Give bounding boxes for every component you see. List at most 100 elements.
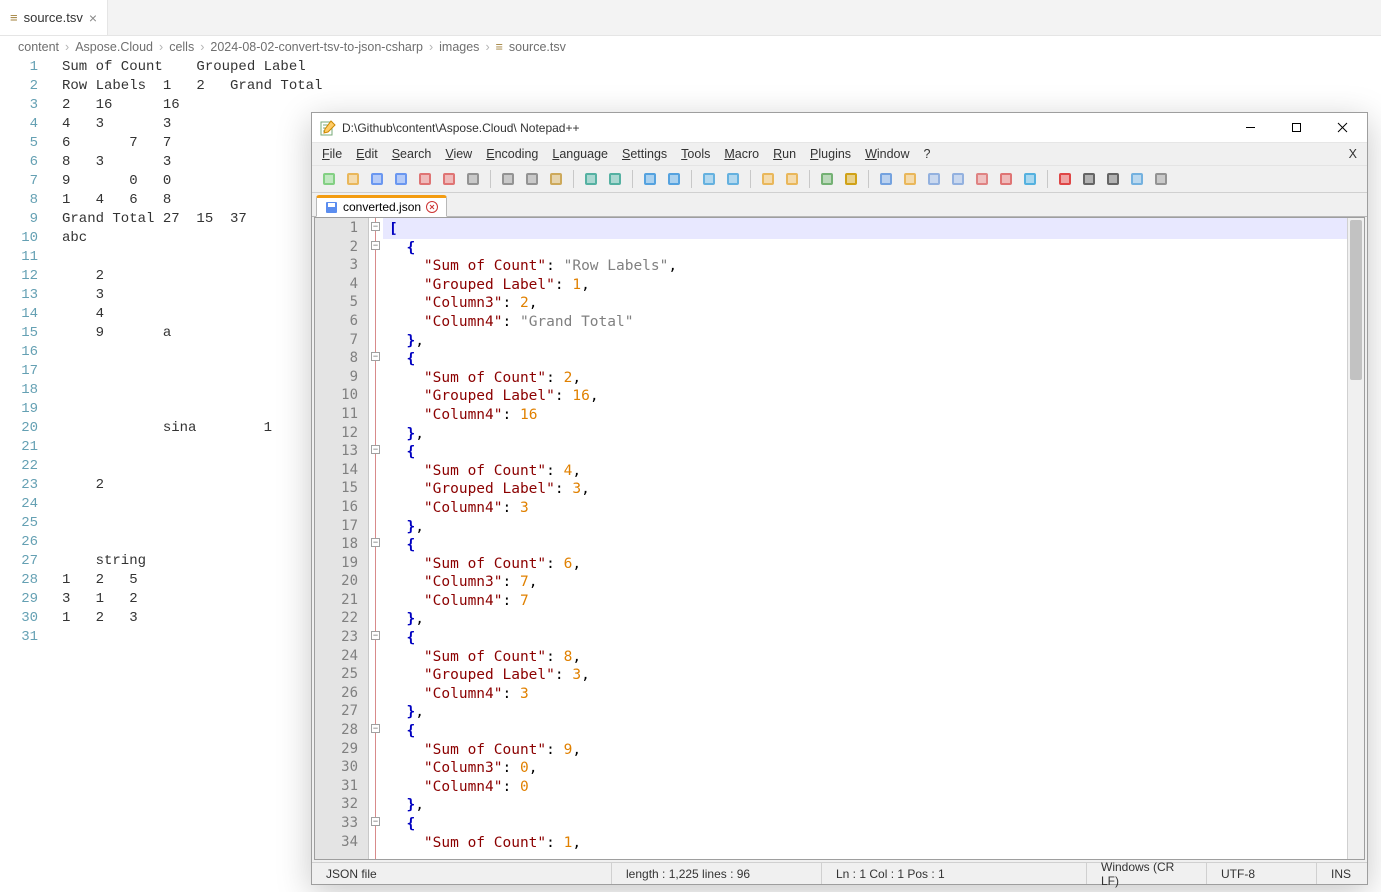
close-icon[interactable] xyxy=(414,168,436,190)
npp-editor[interactable]: 1234567891011121314151617181920212223242… xyxy=(314,217,1365,860)
notepadpp-window: D:\Github\content\Aspose.Cloud\ Notepad+… xyxy=(311,112,1368,885)
minimize-button[interactable] xyxy=(1227,113,1273,143)
stop-icon[interactable] xyxy=(1078,168,1100,190)
cut-icon[interactable] xyxy=(497,168,519,190)
file-saved-icon xyxy=(325,201,338,214)
toolbar-separator xyxy=(490,170,491,188)
doc-map-icon[interactable] xyxy=(923,168,945,190)
tab-label: source.tsv xyxy=(24,10,83,25)
wrap-icon[interactable] xyxy=(816,168,838,190)
copy-icon[interactable] xyxy=(521,168,543,190)
fold-toggle-icon[interactable]: − xyxy=(371,222,380,231)
doctab-converted-json[interactable]: converted.json xyxy=(316,195,447,217)
menu-macro[interactable]: Macro xyxy=(724,147,759,161)
new-icon[interactable] xyxy=(318,168,340,190)
menu-search[interactable]: Search xyxy=(392,147,432,161)
toolbar-separator xyxy=(750,170,751,188)
status-insert-mode[interactable]: INS xyxy=(1317,863,1367,884)
print-icon[interactable] xyxy=(462,168,484,190)
save-icon[interactable] xyxy=(366,168,388,190)
status-length: length : 1,225 lines : 96 xyxy=(612,863,822,884)
vscode-tab-bar: ≡ source.tsv × xyxy=(0,0,1381,36)
fold-toggle-icon[interactable]: − xyxy=(371,817,380,826)
indent-guide-icon[interactable] xyxy=(875,168,897,190)
func-list-icon[interactable] xyxy=(971,168,993,190)
vertical-scrollbar[interactable] xyxy=(1347,218,1364,859)
save-macro-icon[interactable] xyxy=(1150,168,1172,190)
menu-settings[interactable]: Settings xyxy=(622,147,667,161)
doc-list-icon[interactable] xyxy=(947,168,969,190)
all-chars-icon[interactable] xyxy=(840,168,862,190)
breadcrumb[interactable]: content › Aspose.Cloud › cells › 2024-08-02-co… xyxy=(0,36,1381,58)
tab-source-tsv[interactable]: ≡ source.tsv × xyxy=(0,0,108,35)
monitor-icon[interactable] xyxy=(1019,168,1041,190)
menu-file[interactable]: File xyxy=(322,147,342,161)
window-controls xyxy=(1227,113,1365,143)
paste-icon[interactable] xyxy=(545,168,567,190)
fold-toggle-icon[interactable]: − xyxy=(371,538,380,547)
status-eol[interactable]: Windows (CR LF) xyxy=(1087,863,1207,884)
record-icon[interactable] xyxy=(1054,168,1076,190)
chevron-right-icon: › xyxy=(159,40,163,54)
breadcrumb-item[interactable]: content xyxy=(18,40,59,54)
chevron-right-icon: › xyxy=(65,40,69,54)
doctab-close-icon[interactable] xyxy=(426,201,438,213)
chevron-right-icon: › xyxy=(429,40,433,54)
menu-plugins[interactable]: Plugins xyxy=(810,147,851,161)
breadcrumb-item[interactable]: 2024-08-02-convert-tsv-to-json-csharp xyxy=(210,40,423,54)
zoom-out-icon[interactable] xyxy=(722,168,744,190)
fold-toggle-icon[interactable]: − xyxy=(371,724,380,733)
toolbar-separator xyxy=(868,170,869,188)
menu-window[interactable]: Window xyxy=(865,147,909,161)
sync-v-icon[interactable] xyxy=(757,168,779,190)
window-title: D:\Github\content\Aspose.Cloud\ Notepad+… xyxy=(342,121,580,135)
zoom-in-icon[interactable] xyxy=(698,168,720,190)
menu-encoding[interactable]: Encoding xyxy=(486,147,538,161)
line-gutter: 1234567891011121314151617181920212223242… xyxy=(0,58,54,647)
open-icon[interactable] xyxy=(342,168,364,190)
npp-code-area[interactable]: [ { "Sum of Count": "Row Labels", "Group… xyxy=(383,218,1364,859)
sync-h-icon[interactable] xyxy=(781,168,803,190)
undo-icon[interactable] xyxy=(580,168,602,190)
file-lines-icon: ≡ xyxy=(496,40,503,54)
replace-icon[interactable] xyxy=(663,168,685,190)
title-bar[interactable]: D:\Github\content\Aspose.Cloud\ Notepad+… xyxy=(312,113,1367,143)
breadcrumb-item[interactable]: source.tsv xyxy=(509,40,566,54)
breadcrumb-item[interactable]: Aspose.Cloud xyxy=(75,40,153,54)
toolbar-separator xyxy=(632,170,633,188)
menu-edit[interactable]: Edit xyxy=(356,147,378,161)
menu-run[interactable]: Run xyxy=(773,147,796,161)
find-icon[interactable] xyxy=(639,168,661,190)
fold-toggle-icon[interactable]: − xyxy=(371,352,380,361)
menu-bar: File Edit Search View Encoding Language Settin… xyxy=(312,143,1367,165)
scrollbar-thumb[interactable] xyxy=(1350,220,1362,380)
file-lines-icon: ≡ xyxy=(10,10,18,25)
toolbar-separator xyxy=(809,170,810,188)
toolbar-separator xyxy=(691,170,692,188)
toolbar xyxy=(312,165,1367,193)
redo-icon[interactable] xyxy=(604,168,626,190)
breadcrumb-item[interactable]: cells xyxy=(169,40,194,54)
close-button[interactable] xyxy=(1319,113,1365,143)
menu-view[interactable]: View xyxy=(445,147,472,161)
menu-tools[interactable]: Tools xyxy=(681,147,710,161)
fold-toggle-icon[interactable]: − xyxy=(371,241,380,250)
menu-[interactable]: ? xyxy=(924,147,931,161)
maximize-button[interactable] xyxy=(1273,113,1319,143)
close-all-icon[interactable] xyxy=(438,168,460,190)
toolbar-separator xyxy=(573,170,574,188)
play-icon[interactable] xyxy=(1102,168,1124,190)
save-all-icon[interactable] xyxy=(390,168,412,190)
fold-toggle-icon[interactable]: − xyxy=(371,631,380,640)
status-encoding[interactable]: UTF-8 xyxy=(1207,863,1317,884)
breadcrumb-item[interactable]: images xyxy=(439,40,479,54)
folder-icon[interactable] xyxy=(995,168,1017,190)
menu-language[interactable]: Language xyxy=(552,147,608,161)
play-multi-icon[interactable] xyxy=(1126,168,1148,190)
fold-column[interactable]: − − − − − − − − xyxy=(369,218,383,859)
lang-icon[interactable] xyxy=(899,168,921,190)
status-position: Ln : 1 Col : 1 Pos : 1 xyxy=(822,863,1087,884)
fold-toggle-icon[interactable]: − xyxy=(371,445,380,454)
tab-close-icon[interactable]: × xyxy=(89,10,97,26)
menu-extra-x[interactable]: X xyxy=(1349,147,1357,161)
